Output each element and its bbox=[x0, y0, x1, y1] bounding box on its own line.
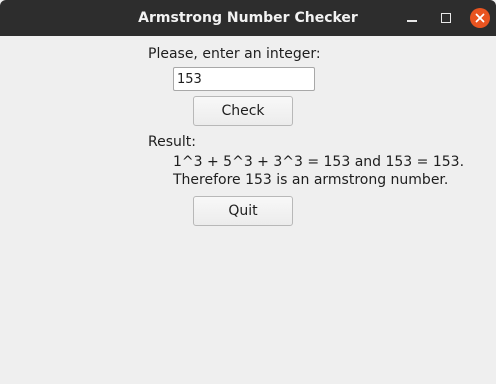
minimize-icon bbox=[407, 20, 417, 22]
title-bar[interactable]: Armstrong Number Checker bbox=[0, 0, 496, 36]
maximize-icon bbox=[441, 13, 451, 23]
result-label: Result: bbox=[148, 134, 196, 150]
close-button[interactable] bbox=[470, 8, 490, 28]
close-icon bbox=[475, 13, 485, 23]
maximize-button[interactable] bbox=[436, 8, 456, 28]
check-button[interactable]: Check bbox=[193, 96, 293, 126]
prompt-label: Please, enter an integer: bbox=[148, 46, 321, 62]
app-window: Armstrong Number Checker Please, enter a… bbox=[0, 0, 496, 384]
quit-button[interactable]: Quit bbox=[193, 196, 293, 226]
integer-input[interactable] bbox=[173, 67, 315, 91]
minimize-button[interactable] bbox=[402, 8, 422, 28]
result-text-line-1: 1^3 + 5^3 + 3^3 = 153 and 153 = 153. bbox=[173, 154, 465, 170]
result-text-line-2: Therefore 153 is an armstrong number. bbox=[173, 172, 449, 188]
